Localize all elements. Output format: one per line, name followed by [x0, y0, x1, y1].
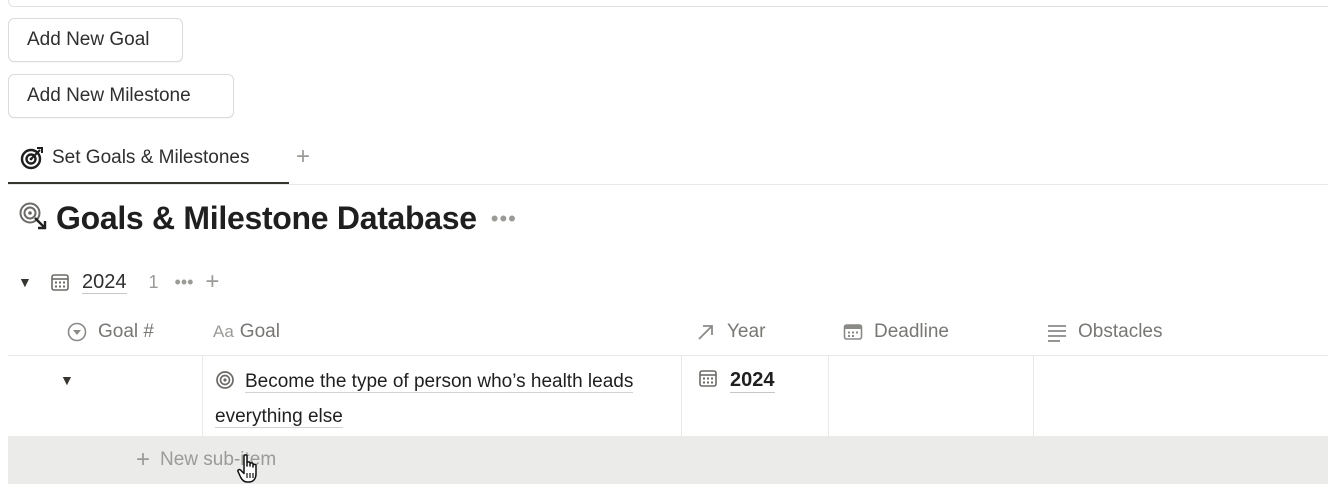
- database-title: Goals & Milestone Database •••: [18, 200, 517, 237]
- goal-text[interactable]: Become the type of person who’s health l…: [215, 371, 634, 428]
- column-label: Deadline: [874, 321, 949, 342]
- database-title-text[interactable]: Goals & Milestone Database: [56, 200, 477, 237]
- text-type-icon: Aa: [213, 322, 234, 341]
- add-view-button[interactable]: +: [296, 145, 310, 169]
- database-more-button[interactable]: •••: [491, 206, 517, 232]
- column-header-goal-number[interactable]: Goal #: [66, 316, 154, 348]
- column-label: Year: [727, 321, 766, 342]
- group-add-button[interactable]: +: [205, 270, 219, 294]
- cell-divider: [681, 356, 682, 437]
- plus-icon: +: [136, 446, 151, 473]
- column-header-year[interactable]: Year: [695, 316, 765, 348]
- cell-divider: [202, 356, 203, 437]
- hand-pointer-cursor-icon: [236, 453, 262, 490]
- column-header-obstacles[interactable]: Obstacles: [1046, 316, 1162, 348]
- target-icon: [20, 146, 44, 170]
- lines-icon: [1046, 321, 1068, 343]
- relation-arrow-icon: [695, 321, 717, 343]
- group-more-button[interactable]: •••: [175, 272, 194, 293]
- group-toggle-icon[interactable]: ▼: [18, 274, 34, 290]
- cell-divider: [1033, 356, 1034, 437]
- page-top-border: [8, 0, 1328, 7]
- year-link[interactable]: 2024: [730, 369, 775, 393]
- column-header-deadline[interactable]: Deadline: [842, 316, 949, 348]
- column-header-goal[interactable]: Aa Goal: [213, 316, 280, 348]
- calendar-icon: [842, 321, 864, 343]
- table-row[interactable]: ▼ Become the type of person who’s health…: [8, 355, 1328, 438]
- calendar-icon: [50, 272, 70, 292]
- year-cell[interactable]: 2024: [698, 368, 775, 393]
- new-sub-item-button[interactable]: + New sub-item: [8, 436, 1328, 484]
- row-toggle-icon[interactable]: ▼: [60, 372, 74, 388]
- group-count: 1: [148, 271, 159, 292]
- column-label: Obstacles: [1078, 321, 1163, 342]
- calendar-icon: [698, 368, 718, 393]
- cell-divider: [828, 356, 829, 437]
- group-header-2024: ▼ 2024 1 ••• +: [18, 268, 219, 296]
- add-new-milestone-button[interactable]: Add New Milestone: [8, 74, 234, 118]
- view-tab-bar: Set Goals & Milestones +: [8, 133, 1328, 185]
- column-label: Goal: [239, 321, 280, 342]
- add-new-goal-button[interactable]: Add New Goal: [8, 18, 183, 62]
- tab-set-goals-milestones[interactable]: Set Goals & Milestones: [8, 133, 289, 184]
- goal-target-arrow-icon: [18, 201, 48, 236]
- goal-cell[interactable]: Become the type of person who’s health l…: [215, 366, 655, 433]
- column-label: Goal #: [98, 321, 154, 342]
- tab-label: Set Goals & Milestones: [52, 146, 250, 168]
- status-icon: [66, 321, 88, 343]
- group-year-label[interactable]: 2024: [82, 271, 127, 294]
- target-icon: [215, 369, 235, 401]
